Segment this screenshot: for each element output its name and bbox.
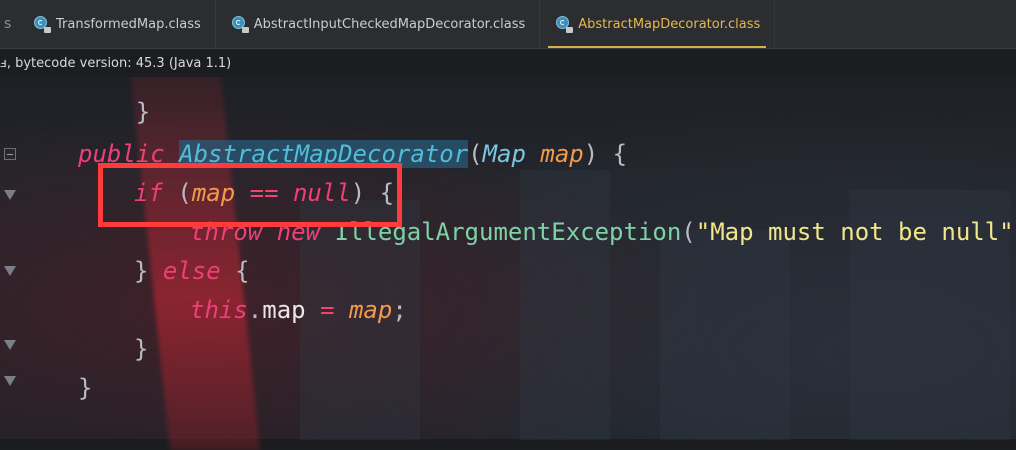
code-line-assign: this.map = map; [190, 296, 407, 324]
code-line: } [135, 98, 151, 126]
tab-label: AbstractMapDecorator.class [578, 16, 761, 32]
tab-overflow[interactable]: s [0, 0, 18, 48]
editor-gutter [0, 78, 30, 439]
fold-end-icon[interactable] [4, 266, 16, 276]
annotation-highlight-box [98, 163, 402, 227]
class-file-icon [556, 16, 574, 33]
fold-end-icon[interactable] [4, 190, 16, 200]
code-line: } [78, 374, 93, 402]
editor-tab-bar: s TransformedMap.class AbstractInputChec… [0, 0, 1016, 49]
tab-label: AbstractInputCheckedMapDecorator.class [253, 16, 526, 32]
fold-end-icon[interactable] [4, 376, 16, 386]
tab-abstractinputcheckedmapdecorator[interactable]: AbstractInputCheckedMapDecorator.class [216, 0, 541, 48]
tab-abstractmapdecorator[interactable]: AbstractMapDecorator.class [540, 0, 776, 48]
code-line-else: } else { [134, 257, 250, 285]
fold-collapse-icon[interactable] [4, 148, 16, 160]
class-file-icon [34, 16, 51, 33]
code-line: } [134, 335, 149, 363]
fold-end-icon[interactable] [4, 340, 16, 350]
tab-transformedmap[interactable]: TransformedMap.class [18, 0, 216, 48]
decompiler-info-bar: ⅎ, bytecode version: 45.3 (Java 1.1) [0, 49, 1016, 77]
class-file-icon [231, 16, 249, 33]
tab-label: TransformedMap.class [56, 16, 201, 32]
